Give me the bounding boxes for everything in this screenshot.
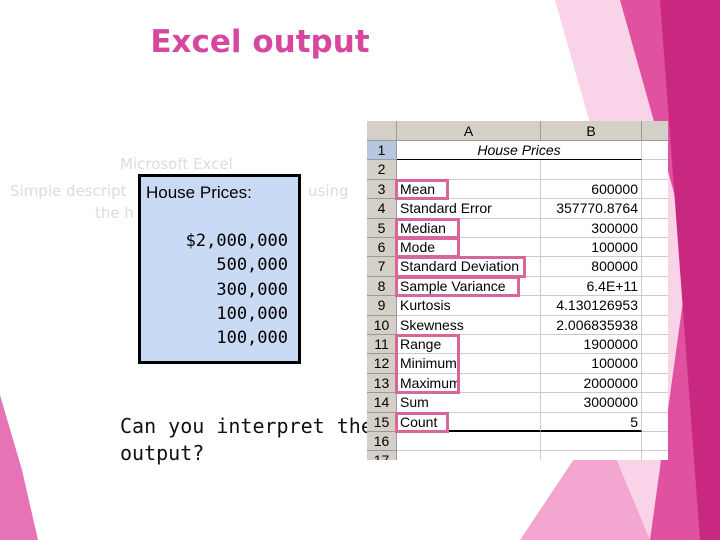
empty-cell[interactable] [642, 257, 668, 277]
empty-cell[interactable] [642, 199, 668, 219]
house-prices-box: House Prices: $2,000,000 500,000 300,000… [138, 174, 301, 364]
highlight-box [395, 275, 520, 298]
price: 300,000 [216, 280, 288, 300]
price: 500,000 [216, 255, 288, 275]
question-line: Can you interpret the [120, 414, 373, 438]
row-number[interactable]: 7 [367, 257, 397, 277]
column-header-c[interactable] [642, 121, 668, 141]
spreadsheet: A B 1 House Prices 2 3 Mean 600000 4 Standard E… [367, 121, 668, 460]
empty-cell[interactable] [642, 238, 668, 258]
empty-cell[interactable] [642, 413, 668, 432]
row-number[interactable]: 17 [367, 451, 397, 460]
value-cell[interactable]: 100000 [541, 238, 642, 258]
question-line: output? [120, 441, 205, 465]
column-header-a[interactable]: A [397, 121, 541, 141]
row-number[interactable]: 3 [367, 179, 397, 200]
empty-cell[interactable] [642, 160, 668, 180]
value-cell[interactable]: 357770.8764 [541, 199, 642, 219]
row-number[interactable]: 16 [367, 432, 397, 452]
row-number[interactable]: 2 [367, 160, 397, 180]
value-cell[interactable]: 6.4E+11 [541, 276, 642, 297]
row-number[interactable]: 11 [367, 335, 397, 355]
value-cell[interactable]: 1900000 [541, 335, 642, 355]
price: 100,000 [216, 328, 288, 348]
highlight-box [395, 217, 460, 239]
price: $2,000,000 [185, 231, 288, 251]
highlight-box [395, 256, 526, 278]
empty-cell[interactable] [642, 354, 668, 374]
label-cell[interactable]: Kurtosis [397, 296, 541, 316]
empty-cell[interactable] [642, 296, 668, 316]
highlight-box [395, 237, 460, 259]
value-cell[interactable]: 100000 [541, 354, 642, 374]
empty-cell[interactable] [642, 180, 668, 200]
row-number[interactable]: 4 [367, 199, 397, 219]
empty-cell[interactable] [642, 451, 668, 460]
column-header-b[interactable]: B [541, 121, 642, 141]
value-cell[interactable]: 600000 [541, 179, 642, 200]
value-cell[interactable]: 5 [541, 412, 642, 432]
highlight-box [395, 334, 460, 395]
empty-cell[interactable] [642, 141, 668, 161]
value-cell[interactable]: 2.006835938 [541, 315, 642, 335]
value-cell[interactable]: 4.130126953 [541, 296, 642, 316]
row-number[interactable]: 1 [367, 141, 397, 161]
empty-cell[interactable] [642, 277, 668, 297]
empty-cell[interactable] [642, 316, 668, 335]
label-cell[interactable]: Sum [397, 393, 541, 413]
empty-cell[interactable] [642, 432, 668, 452]
value-cell[interactable]: 2000000 [541, 373, 642, 394]
value-cell[interactable]: 300000 [541, 218, 642, 238]
empty-cell[interactable] [642, 393, 668, 413]
row-number[interactable]: 15 [367, 412, 397, 432]
row-number[interactable]: 6 [367, 238, 397, 258]
value-cell[interactable]: 3000000 [541, 393, 642, 413]
faded-text: Microsoft Excel [120, 155, 233, 173]
row-number[interactable]: 14 [367, 393, 397, 413]
label-cell[interactable]: Standard Error [397, 199, 541, 219]
label-cell[interactable] [397, 432, 541, 452]
value-cell[interactable] [541, 451, 642, 460]
empty-cell[interactable] [642, 374, 668, 394]
faded-text: using [308, 182, 349, 200]
sheet-title-cell[interactable]: House Prices [397, 141, 642, 161]
empty-cell[interactable] [642, 219, 668, 238]
corner-cell [367, 121, 397, 141]
faded-text: the h [95, 204, 134, 222]
highlight-box [395, 178, 449, 201]
highlight-box [395, 411, 449, 433]
slide-title: Excel output [150, 24, 370, 60]
row-number[interactable]: 13 [367, 373, 397, 394]
value-cell[interactable] [541, 160, 642, 180]
question-text: Can you interpret the output? [120, 413, 373, 467]
row-number[interactable]: 8 [367, 276, 397, 297]
value-cell[interactable] [541, 432, 642, 452]
box-header: House Prices: [146, 183, 252, 202]
row-number[interactable]: 10 [367, 315, 397, 335]
row-number[interactable]: 9 [367, 296, 397, 316]
row-number[interactable]: 5 [367, 218, 397, 238]
value-cell[interactable]: 800000 [541, 257, 642, 277]
empty-cell[interactable] [642, 335, 668, 355]
label-cell[interactable]: Skewness [397, 315, 541, 335]
label-cell[interactable] [397, 451, 541, 460]
label-cell[interactable] [397, 160, 541, 180]
price: 100,000 [216, 304, 288, 324]
row-number[interactable]: 12 [367, 354, 397, 374]
faded-text: Simple descript [10, 182, 127, 200]
